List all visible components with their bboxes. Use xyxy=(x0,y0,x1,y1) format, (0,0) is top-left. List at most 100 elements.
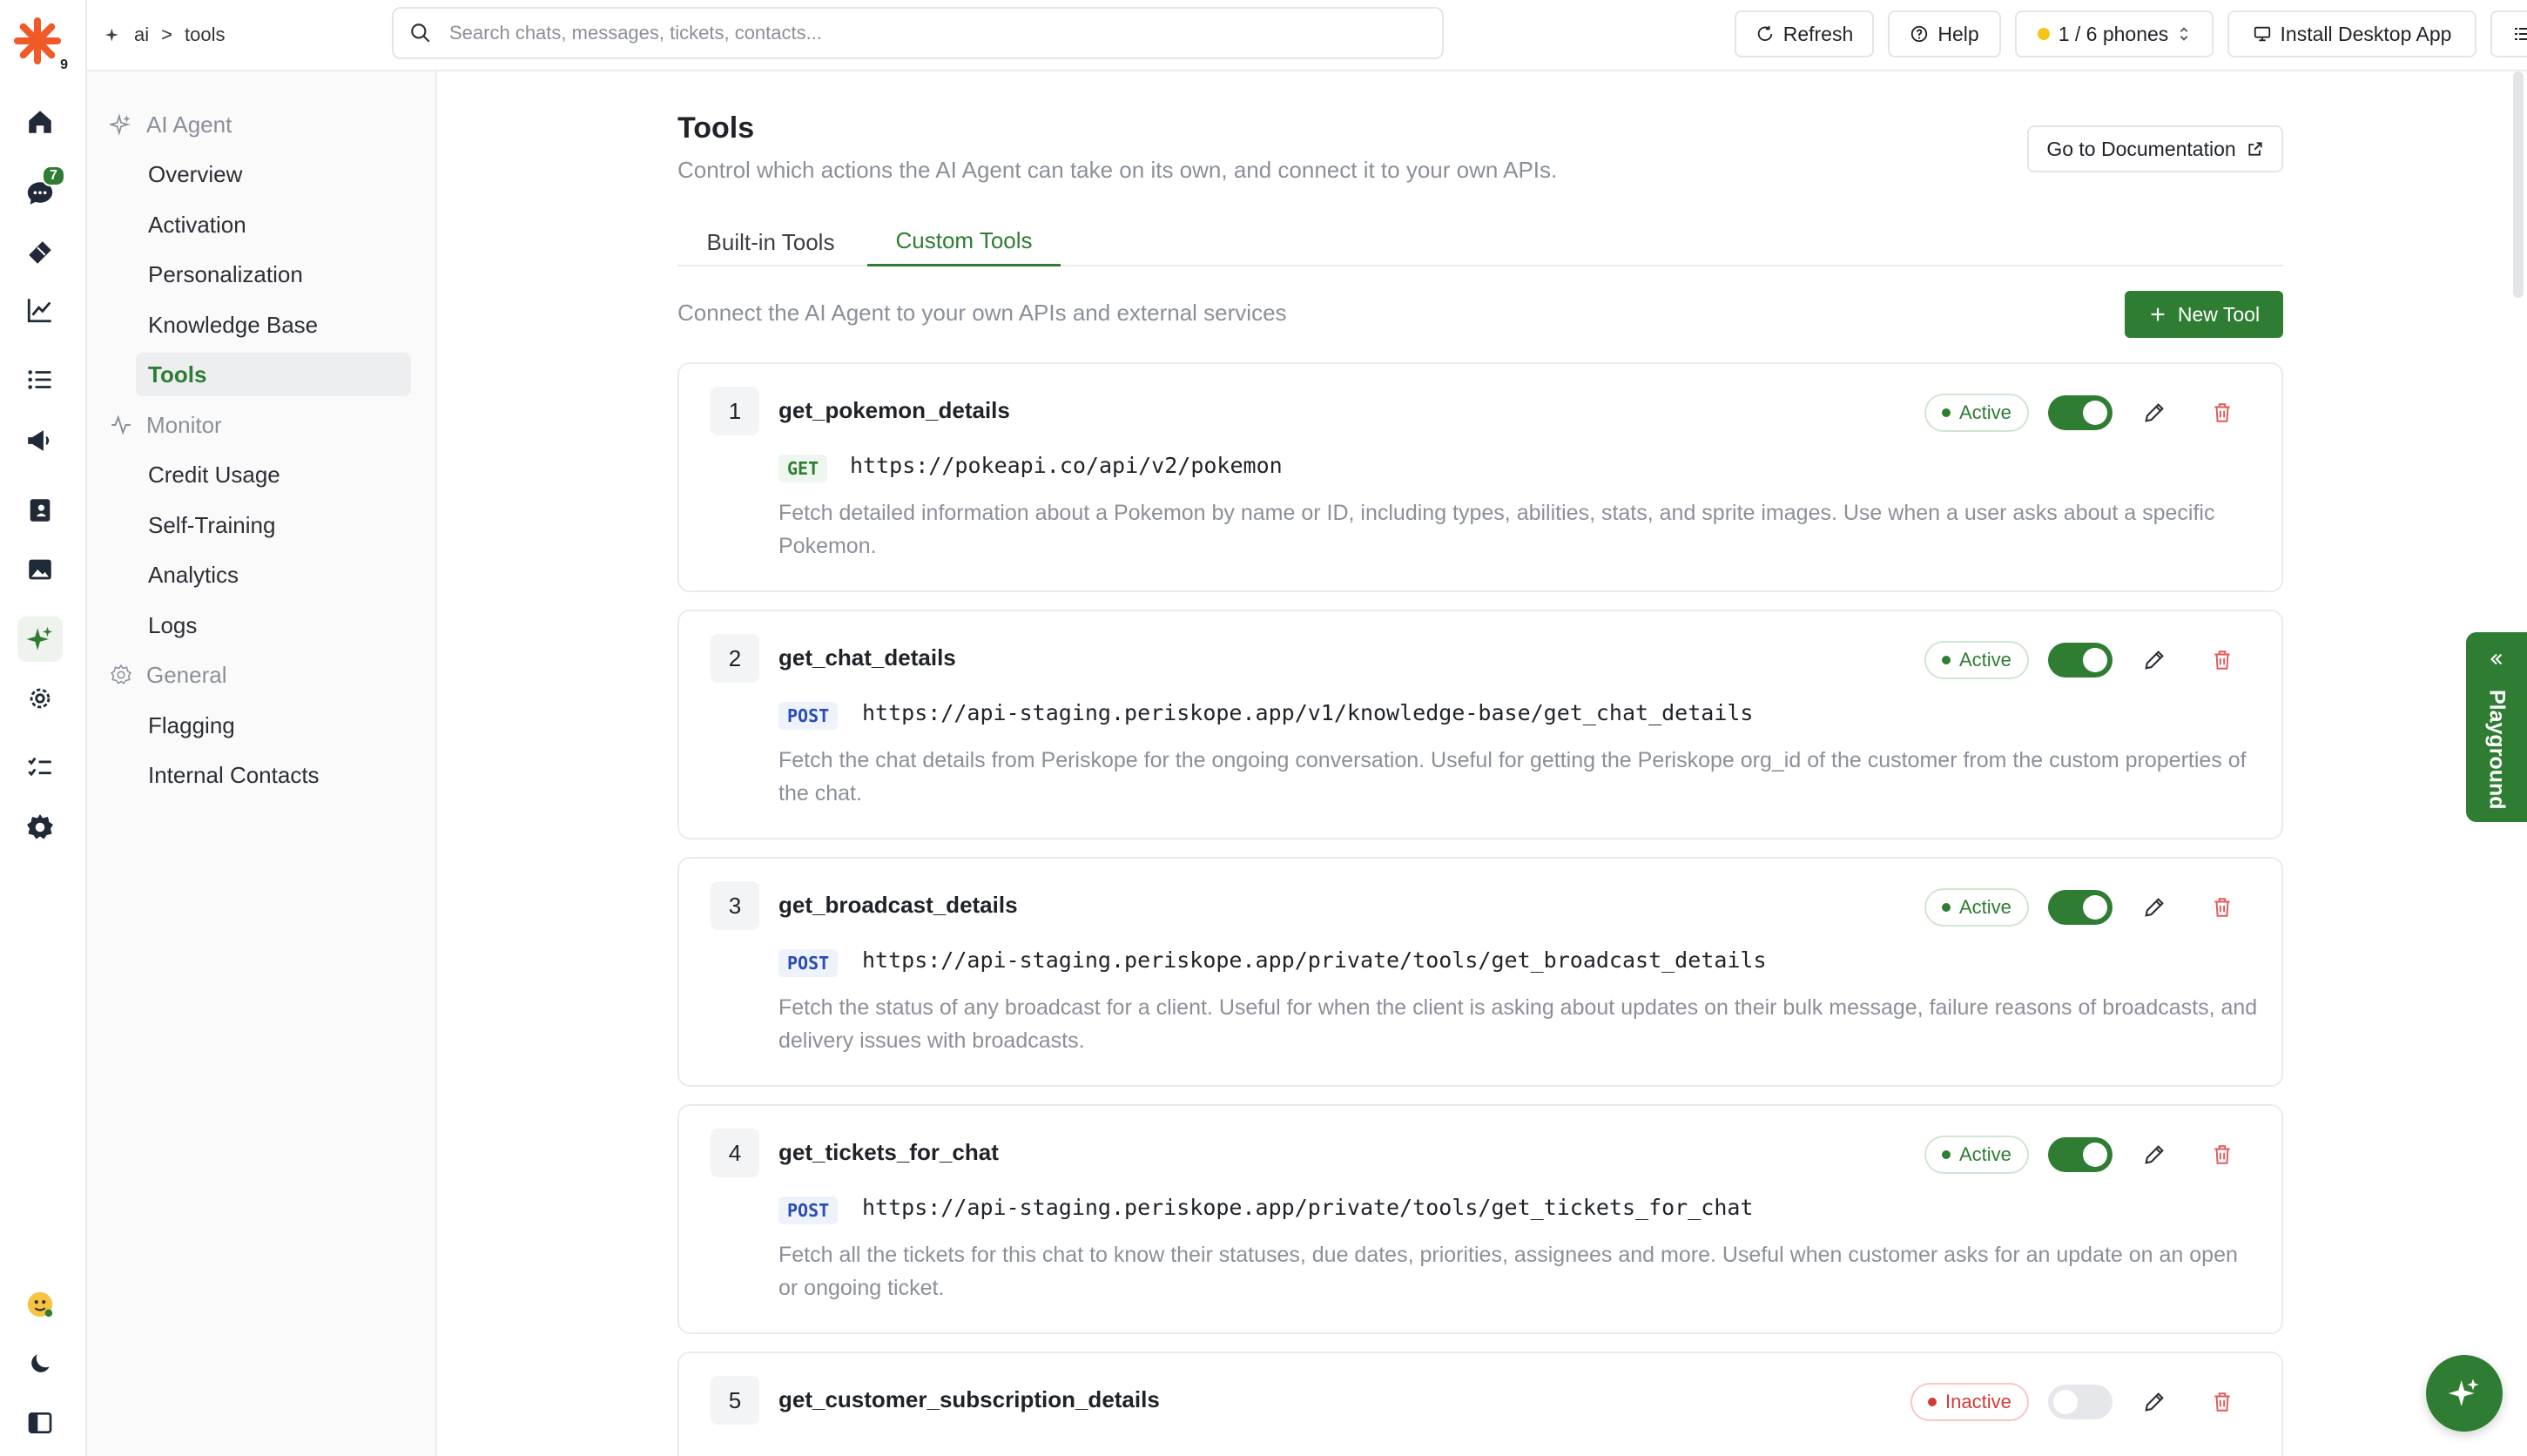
reports-nav[interactable] xyxy=(17,287,63,333)
tool-enabled-toggle[interactable] xyxy=(2048,890,2113,925)
toggle-knob xyxy=(2083,895,2107,920)
tool-name: get_chat_details xyxy=(778,644,956,671)
page-scrollbar[interactable] xyxy=(2513,71,2524,298)
sidebar-item-personalization[interactable]: Personalization xyxy=(136,253,411,296)
toggle-knob xyxy=(2083,1143,2107,1167)
tab-label: Built-in Tools xyxy=(706,228,835,255)
tool-number: 3 xyxy=(711,881,759,930)
status-dot xyxy=(1942,408,1951,417)
documentation-button[interactable]: Go to Documentation xyxy=(2027,125,2283,172)
sidebar-item-flagging[interactable]: Flagging xyxy=(136,704,411,747)
search-icon xyxy=(411,24,430,43)
tickets-nav[interactable] xyxy=(17,230,63,275)
sparkle-icon xyxy=(2448,1378,2479,1406)
page-subtitle: Control which actions the AI Agent can t… xyxy=(677,157,1558,183)
status-badge: Inactive xyxy=(1910,1383,2029,1421)
new-tool-button[interactable]: New Tool xyxy=(2125,291,2283,338)
app-logo[interactable]: 9 xyxy=(12,16,68,72)
sidebar-item-credit-usage[interactable]: Credit Usage xyxy=(136,453,411,496)
status-dot xyxy=(1942,1150,1951,1159)
home-nav[interactable] xyxy=(17,99,63,145)
refresh-button[interactable]: Refresh xyxy=(1735,10,1874,57)
help-icon xyxy=(1911,25,1928,43)
edit-tool-button[interactable] xyxy=(2139,1386,2170,1418)
tab-custom-tools[interactable]: Custom Tools xyxy=(867,218,1061,266)
breadcrumb-tools: tools xyxy=(184,24,226,45)
delete-tool-button[interactable] xyxy=(2207,644,2238,676)
tool-endpoint-url: https://api-staging.periskope.app/privat… xyxy=(862,1195,1754,1220)
delete-tool-button[interactable] xyxy=(2207,892,2238,923)
contacts-nav[interactable] xyxy=(17,488,63,533)
tool-enabled-toggle[interactable] xyxy=(2048,643,2113,677)
sidebar-item-knowledge-base[interactable]: Knowledge Base xyxy=(136,303,411,347)
app-rail: 9 7 xyxy=(0,0,87,1456)
sidebar-item-analytics[interactable]: Analytics xyxy=(136,553,411,597)
sidebar-item-internal-contacts[interactable]: Internal Contacts xyxy=(136,753,411,797)
tool-number: 5 xyxy=(711,1376,759,1425)
contact-book-icon xyxy=(30,499,51,522)
sidebar-item-label: Internal Contacts xyxy=(148,761,320,788)
breadcrumb-ai[interactable]: ai xyxy=(134,24,149,46)
top-bar: ai > tools Refresh Help 1 / 6 phones Ins… xyxy=(87,0,2527,71)
tasks-button[interactable]: 21 xyxy=(2490,10,2527,57)
delete-tool-button[interactable] xyxy=(2207,1139,2238,1170)
help-button[interactable]: Help xyxy=(1888,10,2001,57)
logo-badge: 9 xyxy=(60,57,68,72)
pencil-icon xyxy=(2145,1145,2164,1164)
tool-endpoint-url: https://api-staging.periskope.app/privat… xyxy=(862,947,1767,973)
sparkle-icon xyxy=(26,626,53,650)
sidebar-item-self-training[interactable]: Self-Training xyxy=(136,503,411,547)
phones-selector[interactable]: 1 / 6 phones xyxy=(2015,10,2214,57)
lists-nav[interactable] xyxy=(17,357,63,402)
search-input[interactable] xyxy=(449,22,1407,44)
profile-avatar[interactable] xyxy=(17,1282,63,1327)
trash-icon xyxy=(2214,1145,2230,1164)
sidebar-item-overview[interactable]: Overview xyxy=(136,152,411,196)
tool-description: Fetch the status of any broadcast for a … xyxy=(778,995,2258,1053)
edit-tool-button[interactable] xyxy=(2139,397,2170,428)
settings-nav[interactable] xyxy=(17,805,63,850)
edit-tool-button[interactable] xyxy=(2139,1139,2170,1170)
checklist-icon xyxy=(28,757,51,777)
pencil-icon xyxy=(2145,1392,2164,1412)
refresh-icon xyxy=(1757,25,1772,42)
broadcast-nav[interactable] xyxy=(17,418,63,463)
edit-tool-button[interactable] xyxy=(2139,892,2170,923)
delete-tool-button[interactable] xyxy=(2207,397,2238,428)
edit-tool-button[interactable] xyxy=(2139,644,2170,676)
sparkle-outline-icon xyxy=(110,113,131,136)
tool-enabled-toggle[interactable] xyxy=(2048,1385,2113,1419)
theme-toggle[interactable] xyxy=(17,1341,63,1386)
global-search[interactable] xyxy=(392,7,1444,59)
sidebar-item-activation[interactable]: Activation xyxy=(136,203,411,246)
sidebar-item-label: Flagging xyxy=(148,711,235,738)
status-badge: Active xyxy=(1924,394,2029,432)
image-icon xyxy=(29,559,51,580)
playground-tab[interactable]: Playground xyxy=(2466,632,2527,822)
collapse-sidebar-button[interactable] xyxy=(17,1400,63,1446)
ai-agent-nav[interactable] xyxy=(17,617,63,662)
sidebar-item-label: Tools xyxy=(148,361,207,388)
main-content: Tools Control which actions the AI Agent… xyxy=(437,71,2527,1456)
ticket-icon xyxy=(26,239,54,266)
ai-assistant-fab[interactable] xyxy=(2426,1355,2503,1432)
sidebar-item-tools[interactable]: Tools xyxy=(136,353,411,396)
breadcrumb: ai > tools xyxy=(104,19,225,51)
tab-built-in-tools[interactable]: Built-in Tools xyxy=(677,218,864,266)
status-label: Inactive xyxy=(1945,1391,2011,1412)
megaphone-icon xyxy=(28,430,50,451)
chats-nav[interactable]: 7 xyxy=(17,165,65,216)
install-desktop-button[interactable]: Install Desktop App xyxy=(2227,10,2476,57)
tasks-nav[interactable] xyxy=(17,745,63,791)
toggle-knob xyxy=(2053,1390,2078,1414)
desktop-download-icon xyxy=(2254,26,2270,42)
playground-label: Playground xyxy=(2484,690,2510,810)
section-description: Connect the AI Agent to your own APIs an… xyxy=(677,300,1287,326)
media-nav[interactable] xyxy=(17,547,63,592)
tool-enabled-toggle[interactable] xyxy=(2048,1137,2113,1172)
phones-label: 1 / 6 phones xyxy=(2058,22,2169,45)
tool-enabled-toggle[interactable] xyxy=(2048,395,2113,430)
sidebar-item-logs[interactable]: Logs xyxy=(136,603,411,647)
integrations-nav[interactable] xyxy=(17,676,63,721)
delete-tool-button[interactable] xyxy=(2207,1386,2238,1418)
